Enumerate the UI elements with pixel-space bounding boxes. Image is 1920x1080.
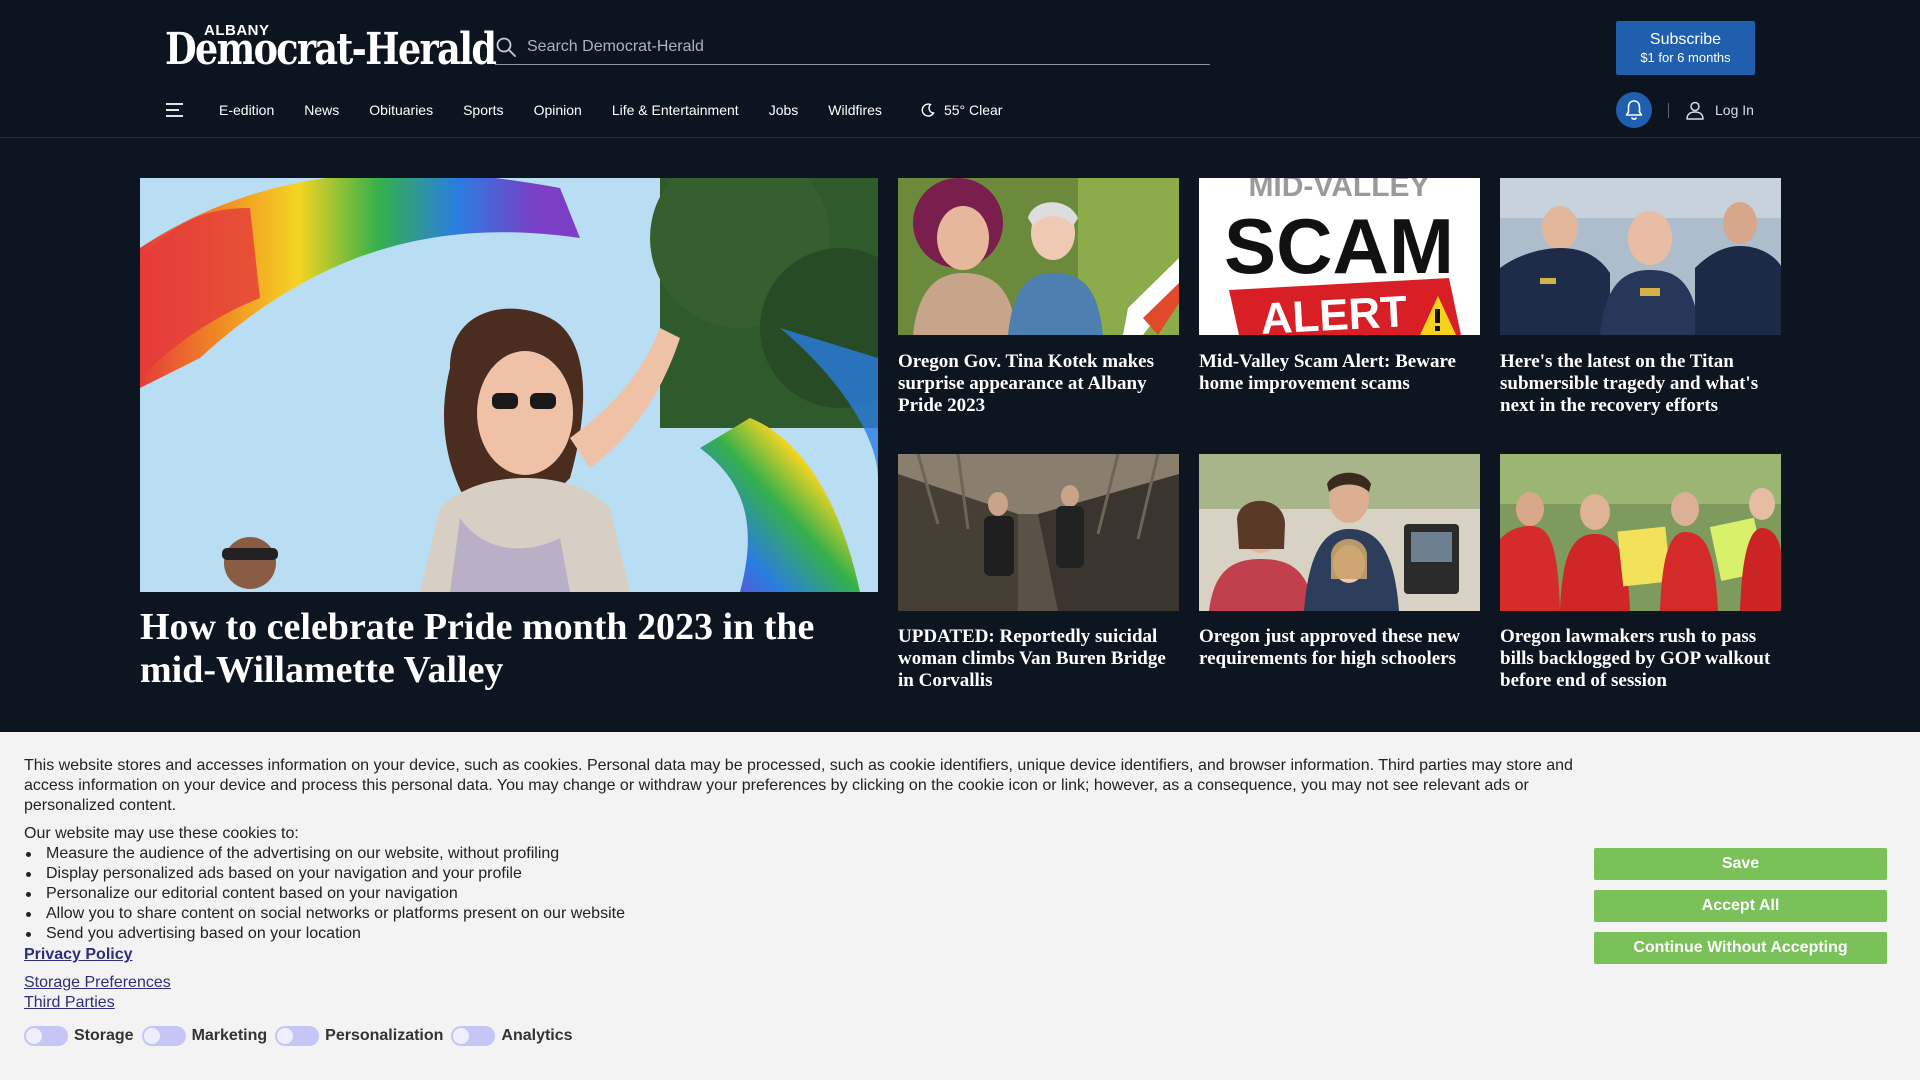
nav-item-life-entertainment[interactable]: Life & Entertainment [612,102,739,118]
login-link[interactable]: Log In [1685,99,1754,121]
nav-item-news[interactable]: News [304,102,339,118]
story-card-headline[interactable]: Oregon just approved these new requireme… [1199,626,1480,670]
list-item: Allow you to share content on social net… [24,904,924,924]
save-button[interactable]: Save [1594,848,1887,880]
toggle-knob [143,1028,160,1044]
toggle-knob [26,1028,42,1044]
cookie-intro-text: This website stores and accesses informa… [24,757,1573,814]
story-card-headline[interactable]: Mid-Valley Scam Alert: Beware home impro… [1199,351,1480,395]
weather-text: 55° Clear [943,102,1003,118]
list-item: Display personalized ads based on your n… [24,864,924,884]
storage-toggle[interactable] [24,1026,68,1046]
header-divider [1668,103,1669,118]
site-header: ALBANY Democrat-Herald Subscribe $1 for … [0,0,1920,138]
logo-wordmark: Democrat-Herald [165,24,497,75]
user-icon [1685,100,1705,120]
storage-preferences-link[interactable]: Storage Preferences [24,974,171,992]
cookie-toggles: Storage Marketing Personalization Analyt… [24,1026,581,1046]
story-card-headline[interactable]: UPDATED: Reportedly suicidal woman climb… [898,626,1179,692]
image-text-mid-valley: MID-VALLEY [1248,178,1429,203]
moon-icon [920,102,936,118]
nav-item-wildfires[interactable]: Wildfires [828,102,882,118]
story-card-headline[interactable]: Oregon Gov. Tina Kotek makes surprise ap… [898,351,1179,417]
story-card-image[interactable] [1199,454,1480,611]
cookie-uses-list: Measure the audience of the advertising … [24,844,924,944]
marketing-toggle[interactable] [141,1026,186,1046]
nav-item-jobs[interactable]: Jobs [769,102,799,118]
nav-item-opinion[interactable]: Opinion [534,102,582,118]
nav-item-e-edition[interactable]: E-edition [219,102,274,118]
toggle-marketing: Marketing [141,1026,268,1046]
list-item: Personalize our editorial content based … [24,884,924,904]
image-text-alert: ALERT [1259,287,1408,335]
analytics-toggle[interactable] [451,1026,496,1046]
search-input[interactable] [527,38,1210,56]
site-logo[interactable]: ALBANY Democrat-Herald [165,20,497,75]
subscribe-offer: $1 for 6 months [1640,50,1731,65]
list-item: Measure the audience of the advertising … [24,844,924,864]
story-card-image[interactable] [898,454,1179,611]
toggle-knob [453,1028,470,1044]
nav-item-obituaries[interactable]: Obituaries [369,102,433,118]
login-label: Log In [1715,102,1754,118]
personalization-toggle[interactable] [275,1026,320,1046]
privacy-policy-link[interactable]: Privacy Policy [24,946,133,964]
story-card-image[interactable] [1500,454,1781,611]
story-card-headline[interactable]: Here's the latest on the Titan submersib… [1500,351,1781,417]
nav-item-sports[interactable]: Sports [463,102,503,118]
story-card-image[interactable]: MID-VALLEY SCAM ALERT [1199,178,1480,335]
story-card-image[interactable] [898,178,1179,335]
bell-icon [1624,99,1644,121]
hero-story-headline[interactable]: How to celebrate Pride month 2023 in the… [140,606,878,692]
cookie-uses-heading: Our website may use these cookies to: [24,825,299,842]
toggle-analytics: Analytics [451,1026,573,1046]
toggle-label: Analytics [501,1027,573,1044]
toggle-label: Personalization [325,1027,444,1044]
story-card-headline[interactable]: Oregon lawmakers rush to pass bills back… [1500,626,1781,692]
weather-widget[interactable]: 55° Clear [920,102,1003,118]
toggle-knob [277,1028,294,1044]
image-text-scam: SCAM [1224,202,1454,290]
subscribe-label: Subscribe [1649,31,1722,48]
toggle-label: Storage [74,1027,134,1044]
toggle-personalization: Personalization [275,1026,443,1046]
main-nav: E-edition News Obituaries Sports Opinion… [165,96,1002,124]
third-parties-link[interactable]: Third Parties [24,994,115,1012]
toggle-label: Marketing [191,1027,268,1044]
story-card-image[interactable] [1500,178,1781,335]
subscribe-button[interactable]: Subscribe $1 for 6 months [1616,21,1755,75]
hamburger-menu-icon[interactable] [165,100,185,120]
hero-story-image[interactable] [140,178,878,592]
toggle-storage: Storage [24,1026,134,1046]
accept-all-button[interactable]: Accept All [1594,890,1887,922]
notifications-button[interactable] [1616,92,1652,128]
search-icon[interactable] [495,36,517,58]
search-bar [495,30,1210,65]
list-item: Send you advertising based on your locat… [24,924,924,944]
continue-without-accepting-button[interactable]: Continue Without Accepting [1594,932,1887,964]
